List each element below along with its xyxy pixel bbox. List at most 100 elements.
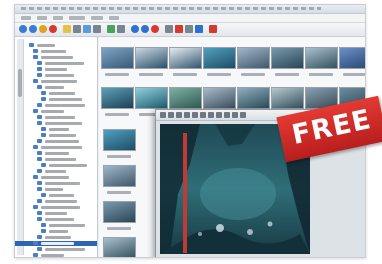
viewer-save-icon[interactable] (224, 112, 230, 118)
viewer-close-icon[interactable] (240, 112, 246, 118)
view-icon[interactable] (73, 25, 81, 33)
tree-folder-item[interactable] (15, 55, 97, 60)
tree-folder-item[interactable] (15, 97, 97, 102)
tree-folder-item[interactable] (15, 127, 97, 132)
thumbnail[interactable] (103, 129, 136, 151)
thumbnail[interactable] (169, 87, 202, 109)
forward-icon[interactable] (29, 25, 37, 33)
tree-folder-item[interactable] (15, 169, 97, 174)
thumbnail[interactable] (135, 47, 168, 69)
tree-folder-item[interactable] (15, 187, 97, 192)
menu-file[interactable] (21, 16, 31, 20)
folder-name (45, 248, 85, 251)
tree-folder-item[interactable] (15, 43, 97, 48)
tree-folder-item[interactable] (15, 121, 97, 126)
thumbnail-caption (107, 191, 131, 194)
viewer-crop-icon[interactable] (200, 112, 206, 118)
thumbnail[interactable] (339, 47, 365, 69)
viewer-color-icon[interactable] (216, 112, 222, 118)
tree-folder-item[interactable] (15, 133, 97, 138)
viewer-print-icon[interactable] (232, 112, 238, 118)
slideshow-icon[interactable] (165, 25, 173, 33)
thumbnail[interactable] (101, 87, 134, 109)
tree-folder-item[interactable] (15, 205, 97, 210)
tree-folder-item[interactable] (15, 85, 97, 90)
folder-tree[interactable] (15, 37, 98, 257)
thumbnail[interactable] (271, 87, 304, 109)
tree-folder-item[interactable] (15, 253, 97, 257)
thumbnail-caption (343, 73, 365, 76)
help-icon[interactable] (117, 25, 125, 33)
thumbnail[interactable] (203, 87, 236, 109)
stop-icon[interactable] (175, 25, 183, 33)
folder-icon[interactable] (63, 25, 71, 33)
menu-options[interactable] (91, 16, 103, 20)
thumbnail[interactable] (103, 237, 136, 257)
back-icon[interactable] (19, 25, 27, 33)
viewer-zoom-in-icon[interactable] (176, 112, 182, 118)
tree-folder-item[interactable] (15, 49, 97, 54)
thumbnail[interactable] (203, 47, 236, 69)
thumbnail[interactable] (237, 87, 270, 109)
thumbnail[interactable] (271, 47, 304, 69)
zoom-icon[interactable] (93, 25, 101, 33)
menu-edit[interactable] (37, 16, 47, 20)
thumbnail-caption (139, 73, 163, 76)
folder-name (45, 122, 82, 125)
info-icon[interactable] (195, 25, 203, 33)
tree-folder-item[interactable] (15, 211, 97, 216)
folder-icon (37, 199, 42, 203)
thumbnail[interactable] (305, 47, 338, 69)
tree-folder-item[interactable] (15, 163, 97, 168)
viewer-zoom-out-icon[interactable] (184, 112, 190, 118)
tree-folder-item[interactable] (15, 109, 97, 114)
tree-folder-item[interactable] (15, 151, 97, 156)
tree-folder-item[interactable] (15, 73, 97, 78)
rotate-left-icon[interactable] (131, 25, 139, 33)
tree-folder-item[interactable] (15, 145, 97, 150)
thumbnail[interactable] (237, 47, 270, 69)
tree-folder-item[interactable] (15, 79, 97, 84)
folder-name (41, 206, 80, 209)
delete-icon[interactable] (151, 25, 159, 33)
menu-tools[interactable] (69, 16, 85, 20)
tree-folder-item[interactable] (15, 247, 97, 252)
thumbnail[interactable] (135, 87, 168, 109)
tree-folder-item[interactable] (15, 157, 97, 162)
tree-folder-item[interactable] (15, 67, 97, 72)
thumbnail[interactable] (101, 47, 134, 69)
home-icon[interactable] (39, 25, 47, 33)
viewer-next-icon[interactable] (168, 112, 174, 118)
tree-folder-item[interactable] (15, 61, 97, 66)
settings-icon[interactable] (107, 25, 115, 33)
tree-folder-item[interactable] (15, 91, 97, 96)
tree-folder-item[interactable] (15, 223, 97, 228)
folder-name (41, 50, 66, 53)
viewer-resize-icon[interactable] (208, 112, 214, 118)
folder-icon (33, 205, 38, 209)
tree-folder-item[interactable] (15, 193, 97, 198)
thumbnail[interactable] (103, 165, 136, 187)
tree-folder-item[interactable] (15, 175, 97, 180)
fullscreen-icon[interactable] (185, 25, 193, 33)
viewer-rotate-icon[interactable] (192, 112, 198, 118)
exit-icon[interactable] (209, 25, 217, 33)
tree-folder-item[interactable] (15, 115, 97, 120)
tree-folder-item[interactable] (15, 217, 97, 222)
rotate-right-icon[interactable] (141, 25, 149, 33)
tree-folder-item[interactable] (15, 103, 97, 108)
tree-folder-item[interactable] (15, 241, 97, 246)
folder-icon (41, 193, 46, 197)
menu-help[interactable] (109, 16, 119, 20)
menu-view[interactable] (53, 16, 63, 20)
tree-folder-item[interactable] (15, 229, 97, 234)
refresh-icon[interactable] (49, 25, 57, 33)
sort-icon[interactable] (83, 25, 91, 33)
thumbnail[interactable] (103, 201, 136, 223)
thumbnail[interactable] (169, 47, 202, 69)
viewer-prev-icon[interactable] (160, 112, 166, 118)
tree-folder-item[interactable] (15, 235, 97, 240)
tree-folder-item[interactable] (15, 139, 97, 144)
tree-folder-item[interactable] (15, 199, 97, 204)
tree-folder-item[interactable] (15, 181, 97, 186)
